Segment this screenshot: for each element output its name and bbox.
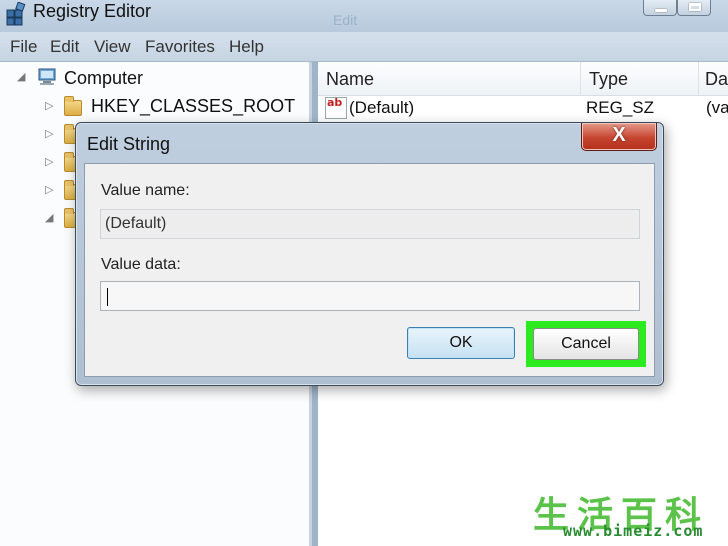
collapse-arrow-icon[interactable]: ▷	[45, 99, 53, 112]
registry-editor-icon	[6, 2, 26, 26]
minimize-icon	[655, 9, 667, 12]
column-header-type[interactable]: Type	[581, 62, 698, 96]
text-caret	[107, 288, 108, 306]
ok-button[interactable]: OK	[407, 327, 515, 359]
menu-file[interactable]: File	[10, 37, 37, 57]
menu-edit[interactable]: Edit	[50, 37, 79, 57]
column-header-name[interactable]: Name	[318, 62, 580, 96]
dialog-body: Value name: (Default) Value data: OK Can…	[84, 163, 655, 377]
value-row-data[interactable]: (va	[706, 98, 728, 118]
window-title: Registry Editor	[33, 1, 152, 21]
tree-item-hkey-classes-root[interactable]: HKEY_CLASSES_ROOT	[91, 96, 295, 117]
menu-help[interactable]: Help	[229, 37, 264, 57]
value-name-field: (Default)	[100, 209, 640, 239]
close-icon: X	[612, 124, 626, 146]
collapse-arrow-icon[interactable]: ▷	[45, 183, 53, 196]
tree-root-computer[interactable]: Computer	[64, 68, 143, 89]
value-row-type[interactable]: REG_SZ	[586, 98, 654, 118]
edit-string-dialog: Edit String X Value name: (Default) Valu…	[75, 122, 664, 386]
column-header-data[interactable]: Da	[699, 62, 728, 96]
collapse-arrow-icon[interactable]: ▷	[45, 127, 53, 140]
window-titlebar: Registry Editor Edit	[0, 0, 728, 32]
background-ghost-title: Edit	[333, 12, 358, 28]
menu-view[interactable]: View	[94, 37, 131, 57]
collapse-arrow-icon[interactable]: ▷	[45, 155, 53, 168]
maximize-button[interactable]	[677, 0, 711, 16]
menu-favorites[interactable]: Favorites	[145, 37, 215, 57]
menu-bar: File Edit View Favorites Help	[0, 32, 728, 62]
folder-icon	[64, 96, 82, 116]
watermark-url: www.bimeiz.com	[563, 522, 704, 540]
value-row-name[interactable]: (Default)	[349, 98, 414, 118]
maximize-icon	[689, 3, 701, 11]
dialog-close-button[interactable]: X	[581, 123, 657, 151]
minimize-button[interactable]	[643, 0, 677, 16]
cancel-button[interactable]: Cancel	[533, 328, 639, 360]
expand-arrow-icon[interactable]: ◢	[45, 211, 53, 224]
dialog-title: Edit String	[87, 134, 171, 154]
watermark-logo: 生活百科 www.bimeiz.com	[527, 486, 728, 546]
value-name-label: Value name:	[101, 182, 190, 199]
value-data-label: Value data:	[101, 256, 181, 273]
string-value-icon: ab	[325, 97, 347, 119]
value-data-input[interactable]	[100, 281, 640, 311]
expand-arrow-icon[interactable]: ◢	[17, 70, 25, 83]
computer-icon	[38, 68, 56, 85]
